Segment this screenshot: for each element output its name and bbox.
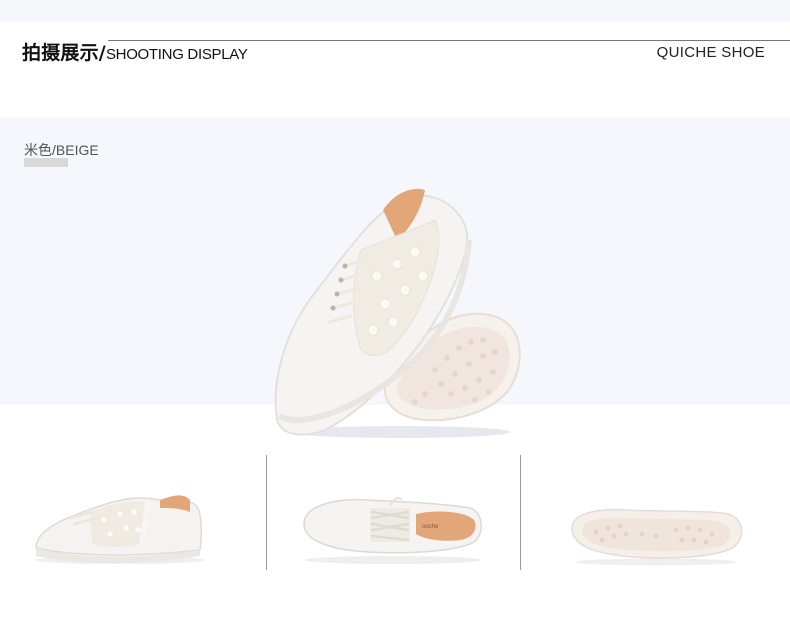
section-title: 拍摄展示/SHOOTING DISPLAY [22,38,248,65]
thumbnail-outsole-view [571,508,743,566]
thumbnail-side-view [35,495,205,564]
header-divider [108,40,790,41]
brand-name: QUICHE SHOE [656,44,765,61]
thumbnail-divider [520,455,521,570]
color-swatch [24,158,68,167]
top-band [0,0,790,22]
thumbnail-divider [266,455,267,570]
color-label: 米色/BEIGE [24,142,99,158]
hero-shoe-photo [274,188,521,438]
thumbnail-top-view: ooche [303,497,482,564]
insole-logo: ooche [422,524,439,530]
section-title-en: SHOOTING DISPLAY [105,46,248,63]
section-title-zh: 拍摄展示/ [22,42,106,64]
